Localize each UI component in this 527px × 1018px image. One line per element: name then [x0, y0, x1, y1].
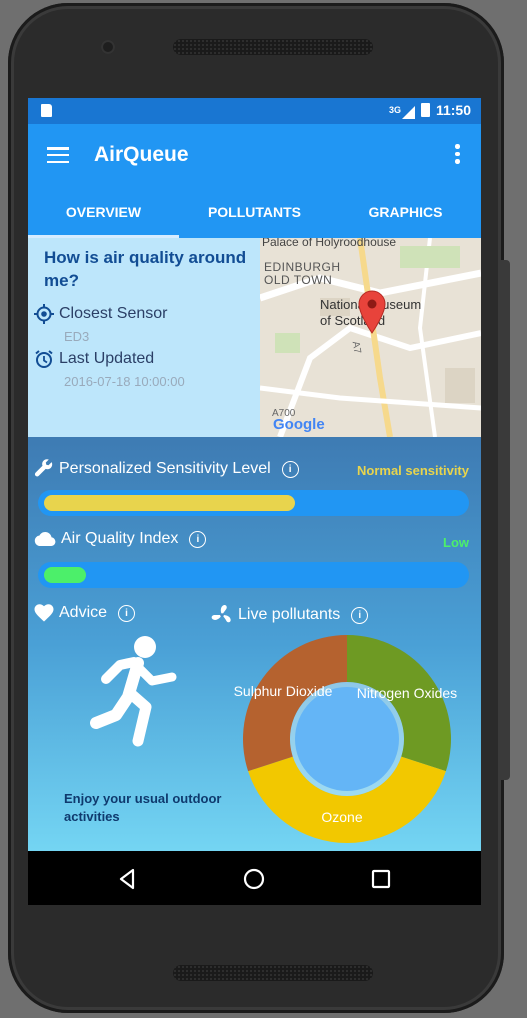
heart-icon [34, 604, 54, 622]
last-updated-label: Last Updated [59, 350, 155, 367]
sensitivity-row: Personalized Sensitivity Level i [34, 459, 299, 479]
crosshair-icon [34, 304, 54, 324]
donut-label-sulphur-dioxide: Sulphur Dioxide [234, 683, 333, 699]
aqi-label: Air Quality Index [61, 530, 179, 547]
app-title: AirQueue [94, 143, 189, 166]
map-label-palace: Palace of Holyroodhouse [262, 238, 397, 249]
aqi-info-icon[interactable]: i [189, 530, 207, 548]
advice-label: Advice [59, 604, 108, 621]
sensitivity-info-icon[interactable]: i [281, 460, 299, 478]
overview-card: How is air quality around me? Closest Se… [28, 238, 481, 437]
location-map[interactable]: Palace of Holyroodhouse EDINBURGH OLD TO… [260, 238, 481, 437]
air-quality-question: How is air quality around me? [44, 248, 247, 290]
pollutants-donut-chart[interactable]: Nitrogen Oxides Ozone Sulphur Dioxide [234, 633, 457, 845]
back-icon[interactable] [115, 867, 139, 891]
running-person-icon [90, 636, 177, 747]
overflow-menu-icon[interactable] [455, 144, 461, 164]
tab-bar: OVERVIEW POLLUTANTS GRAPHICS [28, 184, 481, 238]
live-pollutants-label: Live pollutants [238, 606, 341, 623]
signal-icon: 3G [389, 105, 415, 119]
battery-icon [420, 103, 430, 117]
donut-label-ozone: Ozone [321, 809, 362, 825]
tab-graphics[interactable]: GRAPHICS [330, 184, 481, 238]
advice-text: Enjoy your usual outdoor activities [64, 791, 222, 824]
map-pin-icon[interactable] [358, 290, 386, 334]
wrench-icon [34, 459, 53, 477]
alarm-clock-icon [35, 350, 53, 368]
closest-sensor-value: ED3 [64, 329, 90, 344]
aqi-bar-fill [44, 567, 86, 583]
last-updated-value: 2016-07-18 10:00:00 [64, 374, 185, 389]
sensitivity-label: Personalized Sensitivity Level [59, 460, 271, 477]
front-camera [101, 40, 115, 54]
sensitivity-level-text: Normal sensitivity [357, 463, 469, 478]
map-label-edinburgh: EDINBURGH [264, 260, 341, 274]
sd-card-icon [41, 104, 52, 117]
map-label-old-town: OLD TOWN [264, 273, 333, 287]
air-quality-panel: Personalized Sensitivity Level i Normal … [28, 437, 481, 851]
side-buttons [500, 260, 510, 780]
recents-icon[interactable] [369, 867, 393, 891]
top-speaker [173, 39, 373, 55]
closest-sensor-label: Closest Sensor [59, 305, 168, 322]
advice-row: Advice i [34, 604, 136, 622]
closest-sensor-row: Closest Sensor [34, 304, 168, 324]
home-icon[interactable] [242, 867, 266, 891]
bottom-speaker [173, 965, 373, 981]
fan-icon [211, 604, 231, 623]
aqi-level-text: Low [443, 535, 469, 550]
advice-info-icon[interactable]: i [118, 604, 136, 622]
hamburger-menu-icon[interactable] [47, 147, 69, 164]
cloud-icon [34, 532, 56, 546]
live-pollutants-row: Live pollutants i [211, 604, 369, 626]
app-bar: AirQueue [28, 124, 481, 184]
map-label-a7: A7 [349, 340, 363, 355]
donut-label-nitrogen-oxides: Nitrogen Oxides [357, 685, 457, 701]
status-time: 11:50 [435, 102, 471, 118]
tab-overview[interactable]: OVERVIEW [28, 184, 179, 238]
sensitivity-bar-fill [44, 495, 296, 511]
navigation-bar [28, 851, 481, 905]
live-pollutants-info-icon[interactable]: i [351, 606, 369, 624]
tab-pollutants[interactable]: POLLUTANTS [179, 184, 330, 238]
last-updated-row: Last Updated [34, 349, 154, 369]
google-logo: Google [273, 416, 325, 433]
screen: 3G 11:50 AirQueue OVERVIEW POLLUTANTS GR… [28, 98, 481, 905]
sensitivity-bar[interactable] [38, 490, 469, 516]
aqi-bar[interactable] [38, 562, 469, 588]
donut-center [295, 687, 399, 791]
status-bar: 3G 11:50 [28, 98, 481, 124]
aqi-row: Air Quality Index i [34, 530, 207, 548]
